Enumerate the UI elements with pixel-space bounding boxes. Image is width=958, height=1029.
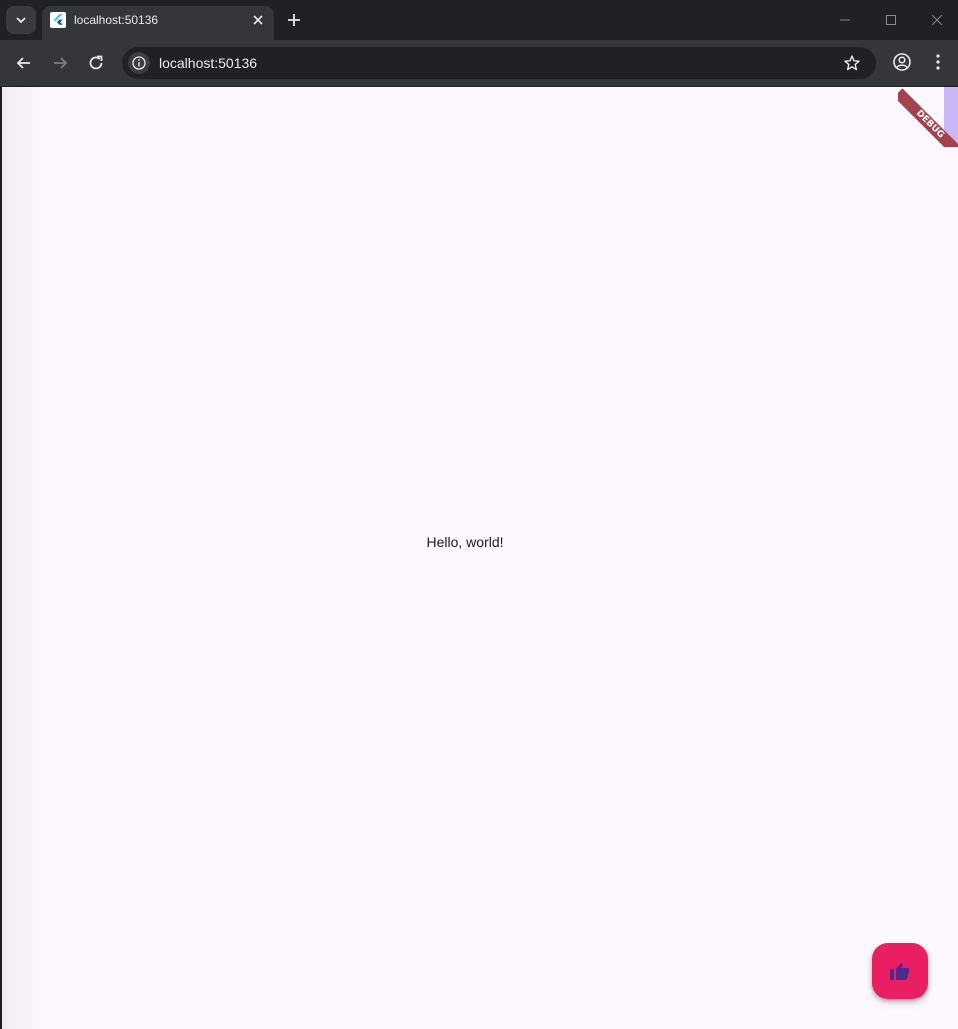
- debug-banner: DEBUG: [898, 87, 958, 147]
- profile-icon[interactable]: [892, 52, 912, 72]
- chevron-down-icon: [16, 17, 26, 24]
- more-vert-icon[interactable]: [928, 52, 948, 72]
- hello-text: Hello, world!: [426, 534, 504, 550]
- new-tab-plus-icon[interactable]: [285, 11, 303, 29]
- url-text: localhost:50136: [159, 55, 258, 71]
- maximize-icon[interactable]: [884, 13, 898, 27]
- window-close-icon[interactable]: [930, 13, 944, 27]
- info-icon: [132, 56, 146, 70]
- debug-banner-label: DEBUG: [898, 88, 958, 147]
- back-arrow-icon[interactable]: [14, 53, 34, 73]
- tab-active[interactable]: localhost:50136: [42, 6, 274, 40]
- address-bar[interactable]: localhost:50136: [122, 47, 876, 79]
- minimize-icon[interactable]: [838, 13, 852, 27]
- tab-search-button[interactable]: [6, 6, 36, 34]
- thumb-up-icon: [890, 963, 910, 980]
- edge-shadow: [2, 87, 46, 1029]
- like-fab-button[interactable]: [872, 943, 928, 999]
- forward-arrow-icon[interactable]: [50, 53, 70, 73]
- tab-strip: localhost:50136: [0, 0, 958, 40]
- reload-icon[interactable]: [86, 53, 106, 73]
- browser-window: localhost:50136 localhost:50136 Hello, w…: [0, 0, 958, 1029]
- page-viewport: Hello, world! DEBUG: [2, 87, 958, 1029]
- flutter-icon: [50, 12, 66, 28]
- browser-toolbar: localhost:50136: [0, 40, 958, 86]
- site-info-icon[interactable]: [128, 52, 150, 74]
- bookmark-star-icon[interactable]: [843, 54, 861, 72]
- tab-title: localhost:50136: [74, 13, 159, 27]
- close-icon[interactable]: [252, 14, 264, 26]
